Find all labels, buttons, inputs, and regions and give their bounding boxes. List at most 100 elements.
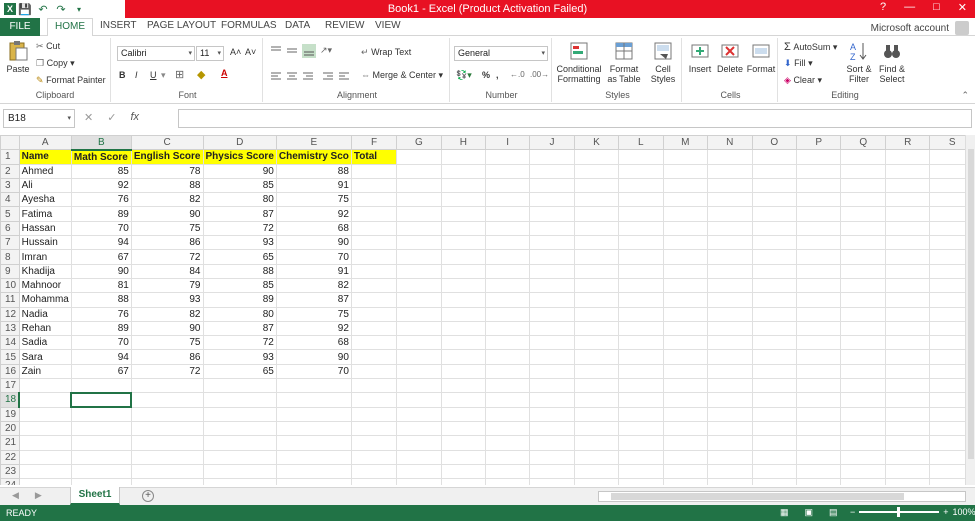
cell-I22[interactable] [485, 449, 531, 465]
cell-C11[interactable]: 93 [130, 292, 204, 308]
zoom-slider[interactable] [859, 507, 940, 517]
cell-Q7[interactable] [840, 235, 886, 251]
cell-B21[interactable] [70, 435, 132, 451]
format-as-table-button[interactable]: Format as Table [604, 40, 644, 84]
cell-M21[interactable] [662, 435, 709, 451]
cell-A19[interactable] [18, 406, 72, 422]
cell-E12[interactable]: 75 [275, 306, 352, 322]
cell-E13[interactable]: 92 [275, 320, 352, 337]
cell-F12[interactable] [350, 306, 398, 322]
cell-O8[interactable] [751, 249, 798, 265]
cell-B19[interactable] [70, 406, 132, 422]
cell-C10[interactable]: 79 [130, 277, 204, 294]
cell-M2[interactable] [662, 163, 709, 179]
cell-R11[interactable] [884, 292, 931, 308]
cell-Q2[interactable] [840, 163, 886, 179]
cell-F7[interactable] [350, 235, 398, 251]
cell-J21[interactable] [529, 435, 575, 451]
cell-J8[interactable] [529, 249, 575, 265]
prev-sheet-icon[interactable]: ◀ [12, 490, 19, 501]
cell-O5[interactable] [751, 206, 798, 222]
cell-D2[interactable]: 90 [202, 163, 277, 179]
worksheet-grid[interactable]: ABCDEFGHIJKLMNOPQRS 1 Name Math Score Engli… [0, 135, 975, 485]
column-header-o[interactable]: O [751, 135, 798, 151]
accounting-format-icon[interactable]: 💱▾ [456, 70, 472, 81]
cell-O17[interactable] [751, 378, 798, 394]
cell-K12[interactable] [573, 306, 620, 322]
cell-E20[interactable] [275, 420, 352, 437]
column-header-a[interactable]: A [18, 135, 72, 151]
cell-H1[interactable] [440, 149, 487, 165]
cell-M16[interactable] [662, 363, 709, 380]
cell-D8[interactable]: 65 [202, 249, 277, 265]
cell-Q6[interactable] [840, 220, 886, 237]
number-format-select[interactable]: General ▾ [454, 46, 548, 61]
cell-C8[interactable]: 72 [130, 249, 204, 265]
cell-B5[interactable]: 89 [70, 206, 132, 222]
zoom-out-icon[interactable]: − [850, 507, 855, 517]
cell-J20[interactable] [529, 420, 575, 437]
cell-L1[interactable] [618, 149, 664, 165]
cell-F23[interactable] [350, 463, 398, 480]
cell-I21[interactable] [485, 435, 531, 451]
fill-color-icon[interactable]: ◆ [197, 68, 205, 81]
cell-P4[interactable] [796, 192, 842, 208]
cell-N20[interactable] [707, 420, 753, 437]
confirm-entry-icon[interactable]: ✓ [107, 111, 116, 124]
cell-A10[interactable]: Mahnoor [18, 277, 72, 294]
cell-Q22[interactable] [840, 449, 886, 465]
row-header[interactable]: 2 [0, 163, 20, 179]
cell-B24[interactable] [70, 478, 132, 485]
cell-O24[interactable] [751, 478, 798, 485]
cell-D15[interactable]: 93 [202, 349, 277, 365]
cell-R18[interactable] [884, 392, 931, 408]
cell-G7[interactable] [396, 235, 442, 251]
cell-A16[interactable]: Zain [18, 363, 72, 380]
cell-D9[interactable]: 88 [202, 263, 277, 279]
cell-C14[interactable]: 75 [130, 335, 204, 351]
cell-N23[interactable] [707, 463, 753, 480]
cell-R2[interactable] [884, 163, 931, 179]
cell-D19[interactable] [202, 406, 277, 422]
cell-G11[interactable] [396, 292, 442, 308]
cell-K1[interactable] [573, 149, 620, 165]
cell-P9[interactable] [796, 263, 842, 279]
cell-G16[interactable] [396, 363, 442, 380]
cell-J13[interactable] [529, 320, 575, 337]
cell-C17[interactable] [130, 378, 204, 394]
cell-B15[interactable]: 94 [70, 349, 132, 365]
font-name-select[interactable]: Calibri ▾ [117, 46, 195, 61]
row-header[interactable]: 24 [0, 478, 20, 485]
font-size-select[interactable]: 11 ▾ [196, 46, 224, 61]
tab-formulas[interactable]: FORMULAS [221, 20, 277, 31]
cell-N18[interactable] [707, 392, 753, 408]
cell-I24[interactable] [485, 478, 531, 485]
cell-P6[interactable] [796, 220, 842, 237]
cell-P15[interactable] [796, 349, 842, 365]
cell-E1[interactable]: Chemistry Sco [275, 149, 352, 165]
cell-B8[interactable]: 67 [70, 249, 132, 265]
underline-button[interactable]: U [150, 70, 157, 80]
cell-D7[interactable]: 93 [202, 235, 277, 251]
cell-K13[interactable] [573, 320, 620, 337]
cell-B12[interactable]: 76 [70, 306, 132, 322]
cell-O10[interactable] [751, 277, 798, 294]
cell-A20[interactable] [18, 420, 72, 437]
cell-P23[interactable] [796, 463, 842, 480]
sheet-tab-sheet1[interactable]: Sheet1 [70, 487, 120, 505]
cell-J2[interactable] [529, 163, 575, 179]
cell-E2[interactable]: 88 [275, 163, 352, 179]
row-header[interactable]: 5 [0, 206, 20, 222]
paste-button[interactable]: Paste [4, 40, 32, 74]
cell-M15[interactable] [662, 349, 709, 365]
cell-I8[interactable] [485, 249, 531, 265]
cell-M23[interactable] [662, 463, 709, 480]
bold-button[interactable]: B [119, 70, 126, 80]
row-header[interactable]: 11 [0, 292, 20, 308]
account-link[interactable]: Microsoft account [871, 23, 949, 34]
cell-G14[interactable] [396, 335, 442, 351]
clear-button[interactable]: ◈ Clear ▾ [784, 75, 822, 86]
cell-K5[interactable] [573, 206, 620, 222]
tab-data[interactable]: DATA [285, 20, 310, 31]
cell-O13[interactable] [751, 320, 798, 337]
